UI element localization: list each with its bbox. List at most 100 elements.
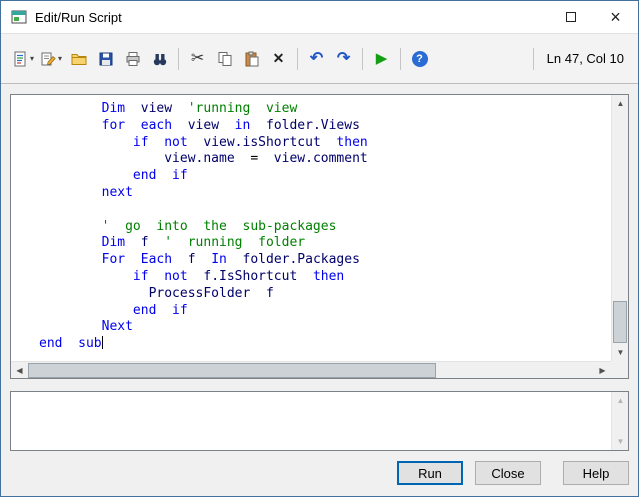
code-token: Dim	[39, 101, 126, 116]
code-token: view.name	[39, 151, 235, 167]
dialog-content: Dim view 'running view for each view in …	[1, 84, 638, 496]
horizontal-scroll-thumb[interactable]	[28, 362, 436, 378]
code-token: if not	[39, 134, 188, 150]
run-button[interactable]: Run	[397, 461, 463, 485]
new-script-button[interactable]: ▾	[9, 45, 37, 72]
code-token: for each	[39, 117, 173, 133]
code-line[interactable]: if not view.isShortcut then	[39, 135, 611, 152]
code-token: next	[39, 184, 133, 200]
code-token: Next	[39, 319, 133, 335]
code-line[interactable]	[39, 202, 611, 219]
code-token: 'running view	[172, 101, 298, 116]
redo-button[interactable]: ↷	[330, 45, 357, 72]
editor-horizontal-scrollbar[interactable]: ◀ ▶	[11, 361, 611, 378]
editor-vertical-scrollbar[interactable]: ▲ ▼	[611, 95, 628, 361]
button-row: Run Close Help	[10, 461, 629, 485]
code-area[interactable]: Dim view 'running view for each view in …	[11, 95, 611, 361]
paste-button[interactable]	[238, 45, 265, 72]
save-button[interactable]	[92, 45, 119, 72]
maximize-button[interactable]	[548, 1, 593, 33]
title-bar[interactable]: Edit/Run Script ×	[1, 1, 638, 33]
code-token: then	[297, 268, 345, 284]
code-line[interactable]: view.name = view.comment	[39, 151, 611, 168]
scroll-left-icon[interactable]: ◀	[11, 362, 28, 379]
vertical-scroll-thumb[interactable]	[613, 301, 627, 343]
edit-run-script-dialog: Edit/Run Script × ▾ ▾ ✂ ✕ ↶ ↷ ▶ ? Ln 47,…	[0, 0, 639, 497]
delete-button[interactable]: ✕	[265, 45, 292, 72]
code-token: view.comment	[258, 151, 368, 167]
redo-icon: ↷	[336, 50, 351, 67]
binoculars-icon	[152, 51, 168, 67]
code-token: end sub	[39, 336, 102, 352]
scroll-right-icon[interactable]: ▶	[594, 362, 611, 379]
status-group: Ln 47, Col 10	[528, 47, 630, 70]
help-icon: ?	[411, 50, 428, 67]
toolbar-separator	[532, 47, 534, 70]
copy-icon	[217, 51, 233, 67]
code-token: ProcessFolder f	[39, 285, 274, 301]
code-token: view.isShortcut	[187, 134, 321, 150]
code-token: end if	[39, 302, 188, 318]
code-line[interactable]: next	[39, 185, 611, 202]
close-dialog-button[interactable]: Close	[475, 461, 541, 485]
chevron-down-icon: ▾	[58, 54, 63, 63]
code-line[interactable]: end if	[39, 303, 611, 320]
scroll-up-icon: ▲	[616, 396, 625, 405]
toolbar: ▾ ▾ ✂ ✕ ↶ ↷ ▶ ? Ln 47, Col 10	[1, 33, 638, 84]
code-token: Dim	[39, 235, 126, 251]
code-token: f	[172, 252, 196, 268]
delete-x-icon: ✕	[272, 50, 285, 66]
cut-button[interactable]: ✂	[184, 45, 211, 72]
code-token: if not	[39, 268, 188, 284]
script-page-icon	[12, 51, 28, 67]
edit-script-button[interactable]: ▾	[37, 45, 65, 72]
printer-icon	[125, 51, 141, 67]
code-token: For Each	[39, 252, 173, 268]
code-line[interactable]: for each view in folder.Views	[39, 118, 611, 135]
undo-button[interactable]: ↶	[303, 45, 330, 72]
window-title: Edit/Run Script	[35, 9, 122, 25]
script-editor: Dim view 'running view for each view in …	[10, 94, 629, 379]
code-token: view	[125, 101, 173, 116]
paste-clipboard-icon	[244, 51, 260, 67]
code-token: =	[234, 151, 259, 167]
help-button[interactable]: Help	[563, 461, 629, 485]
code-line[interactable]: ' go into the sub-packages	[39, 219, 611, 236]
help-toolbar-button[interactable]: ?	[406, 45, 433, 72]
code-line[interactable]: end if	[39, 168, 611, 185]
undo-icon: ↶	[309, 50, 324, 67]
scissors-icon: ✂	[190, 50, 205, 67]
code-line[interactable]: Dim f ' running folder	[39, 235, 611, 252]
output-scrollbar: ▲ ▼	[611, 392, 628, 450]
toolbar-separator	[297, 47, 299, 70]
code-token: f.IsShortcut	[187, 268, 298, 284]
code-line[interactable]: end sub	[39, 336, 611, 353]
code-token: ' go into the sub-packages	[39, 218, 337, 234]
maximize-icon	[565, 12, 576, 22]
toolbar-separator	[400, 47, 402, 70]
save-floppy-icon	[98, 51, 114, 67]
code-token: In	[195, 252, 227, 268]
copy-button[interactable]	[211, 45, 238, 72]
code-line[interactable]: Dim view 'running view	[39, 101, 611, 118]
open-button[interactable]	[65, 45, 92, 72]
code-line[interactable]: ProcessFolder f	[39, 286, 611, 303]
scrollbar-corner	[611, 361, 628, 378]
code-token: f	[125, 235, 149, 251]
code-token: view	[172, 117, 220, 133]
scroll-up-icon[interactable]: ▲	[612, 95, 629, 112]
find-button[interactable]	[146, 45, 173, 72]
run-script-button[interactable]: ▶	[368, 45, 395, 72]
print-button[interactable]	[119, 45, 146, 72]
output-text	[11, 392, 610, 450]
code-line[interactable]: Next	[39, 319, 611, 336]
toolbar-separator	[178, 47, 180, 70]
close-button[interactable]: ×	[593, 1, 638, 33]
chevron-down-icon: ▾	[30, 54, 35, 63]
code-line[interactable]: For Each f In folder.Packages	[39, 252, 611, 269]
code-line[interactable]: if not f.IsShortcut then	[39, 269, 611, 286]
run-play-icon: ▶	[375, 50, 388, 67]
scroll-down-icon[interactable]: ▼	[612, 344, 629, 361]
code-token: ' running folder	[148, 235, 306, 251]
code-token: folder.Packages	[226, 252, 360, 268]
